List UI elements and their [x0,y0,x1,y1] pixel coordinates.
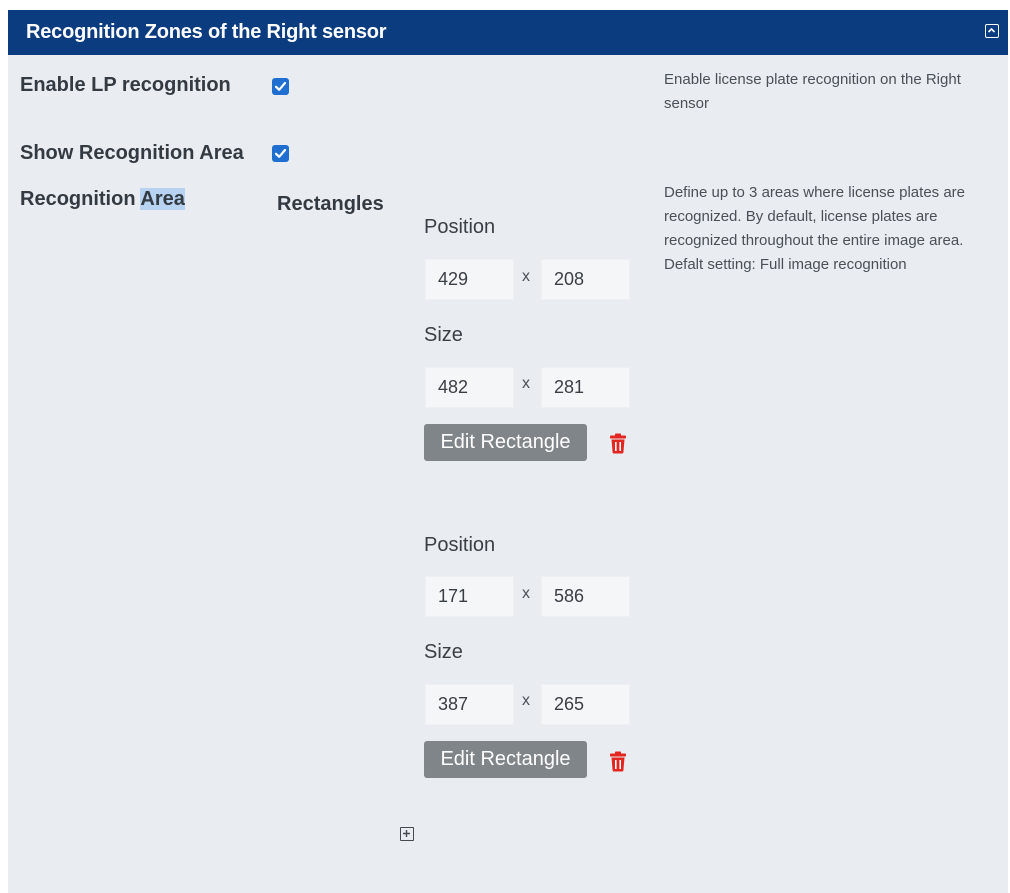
rectangles-label: Rectangles [277,193,384,215]
rect2-position-y-input[interactable] [541,576,630,617]
rect1-edit-button[interactable]: Edit Rectangle [424,424,587,461]
enable-lp-checkbox[interactable] [272,78,289,95]
panel-title: Recognition Zones of the Right sensor [26,21,387,43]
rect2-edit-button[interactable]: Edit Rectangle [424,741,587,778]
enable-lp-help: Enable license plate recognition on the … [664,71,961,112]
rect1-position-separator: x [522,268,530,285]
rect2-size-label: Size [424,641,463,663]
collapse-icon[interactable] [985,24,999,38]
rect2-size-width-input[interactable] [425,684,514,725]
show-area-label: Show Recognition Area [20,142,244,164]
rect1-position-label: Position [424,216,496,238]
rect2-size-height-input[interactable] [541,684,630,725]
show-area-checkbox[interactable] [272,145,289,162]
recognition-area-label-prefix: Recognition [20,188,141,210]
rect2-size-separator: x [522,692,530,709]
rect1-size-separator: x [522,375,530,392]
rect1-position-x-input[interactable] [425,259,514,300]
plus-box-icon[interactable] [400,827,414,841]
rect1-size-label: Size [424,324,463,346]
trash-icon[interactable] [609,433,627,454]
trash-icon[interactable] [609,751,627,772]
rect2-position-label: Position [424,534,496,556]
rect1-size-height-input[interactable] [541,367,630,408]
recognition-area-label: Recognition Area [20,188,185,211]
recognition-area-help: Define up to 3 areas where license plate… [664,184,966,273]
rect2-position-x-input[interactable] [425,576,514,617]
rect1-position-y-input[interactable] [541,259,630,300]
rect1-size-width-input[interactable] [425,367,514,408]
panel-header: Recognition Zones of the Right sensor [8,10,1008,55]
rect2-position-separator: x [522,585,530,602]
enable-lp-label: Enable LP recognition [20,74,231,96]
recognition-area-label-highlight: Area [140,188,185,210]
